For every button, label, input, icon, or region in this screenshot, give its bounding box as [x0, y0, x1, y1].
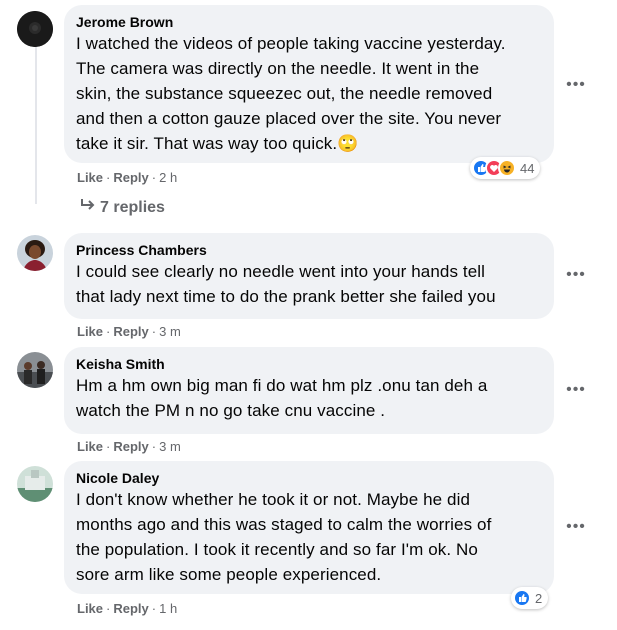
avatar[interactable]: [17, 11, 53, 47]
like-button[interactable]: Like: [77, 601, 103, 616]
separator: ·: [106, 601, 111, 616]
reactions-summary[interactable]: 44: [470, 157, 541, 179]
like-button[interactable]: Like: [77, 439, 103, 454]
comment-timestamp[interactable]: 1 h: [159, 601, 177, 616]
reply-button[interactable]: Reply: [113, 601, 148, 616]
comment-text-line: I watched the videos of people taking va…: [76, 34, 506, 53]
more-options-icon[interactable]: •••: [566, 267, 586, 288]
comment-bubble: Jerome Brown I watched the videos of peo…: [64, 5, 554, 163]
like-button[interactable]: Like: [77, 324, 103, 339]
avatar[interactable]: [17, 352, 53, 388]
reply-arrow-icon: [80, 198, 100, 218]
comment-text-line: sore arm like some people experienced.: [76, 565, 382, 584]
reply-button[interactable]: Reply: [113, 170, 148, 185]
separator: ·: [151, 324, 157, 339]
separator: ·: [151, 439, 157, 454]
more-options-icon[interactable]: •••: [566, 77, 586, 98]
comment-text-line: The camera was directly on the needle. I…: [76, 59, 480, 78]
thread-line: [35, 44, 37, 204]
comment-text-line: skin, the substance squeezec out, the ne…: [76, 84, 493, 103]
like-icon: [513, 589, 531, 607]
replies-count[interactable]: 7 replies: [100, 199, 165, 216]
like-button[interactable]: Like: [77, 170, 103, 185]
comment-bubble: Princess Chambers I could see clearly no…: [64, 233, 554, 319]
comment-actions: Like · Reply · 2 h: [77, 170, 177, 186]
separator: ·: [151, 601, 157, 616]
avatar-image: [17, 352, 53, 388]
comment-author[interactable]: Keisha Smith: [76, 355, 542, 373]
comment-text-line: and then a cotton gauze placed over the …: [76, 109, 502, 128]
comment-timestamp[interactable]: 3 m: [159, 439, 181, 454]
avatar[interactable]: [17, 235, 53, 271]
reply-button[interactable]: Reply: [113, 439, 148, 454]
comment-text-line: I don't know whether he took it or not. …: [76, 490, 471, 509]
comment-text-line: the population. I took it recently and s…: [76, 540, 478, 559]
comment-actions: Like · Reply · 1 h: [77, 601, 177, 617]
separator: ·: [106, 439, 111, 454]
comment-author[interactable]: Princess Chambers: [76, 241, 542, 259]
avatar-image: [17, 235, 53, 271]
comment-text-line: Hm a hm own big man fi do wat hm plz .on…: [76, 376, 488, 395]
comment-timestamp[interactable]: 3 m: [159, 324, 181, 339]
comment-actions: Like · Reply · 3 m: [77, 439, 181, 455]
comment-bubble: Keisha Smith Hm a hm own big man fi do w…: [64, 347, 554, 434]
reactions-summary[interactable]: 2: [511, 587, 549, 609]
comment-text-line: take it sir. That was way too quick.🙄: [76, 134, 359, 153]
comment-author[interactable]: Jerome Brown: [76, 13, 542, 31]
comment-text-line: watch the PM n no go take cnu vaccine .: [76, 401, 386, 420]
more-options-icon[interactable]: •••: [566, 382, 586, 403]
comment-author[interactable]: Nicole Daley: [76, 469, 542, 487]
comment-text-line: I could see clearly no needle went into …: [76, 262, 486, 281]
separator: ·: [106, 324, 111, 339]
reply-button[interactable]: Reply: [113, 324, 148, 339]
separator: ·: [151, 170, 157, 185]
comment-text-line: months ago and this was staged to calm t…: [76, 515, 492, 534]
comment-actions: Like · Reply · 3 m: [77, 324, 181, 340]
reaction-count: 2: [535, 590, 543, 606]
avatar[interactable]: [17, 466, 53, 502]
view-replies-link[interactable]: 7 replies: [80, 198, 165, 218]
avatar-image: [17, 11, 53, 47]
more-options-icon[interactable]: •••: [566, 519, 586, 540]
comment-text-line: that lady next time to do the prank bett…: [76, 287, 496, 306]
reaction-count: 44: [520, 160, 535, 176]
avatar-image: [17, 466, 53, 502]
separator: ·: [106, 170, 111, 185]
haha-icon: [498, 159, 516, 177]
comment-timestamp[interactable]: 2 h: [159, 170, 177, 185]
comment-bubble: Nicole Daley I don't know whether he too…: [64, 461, 554, 594]
